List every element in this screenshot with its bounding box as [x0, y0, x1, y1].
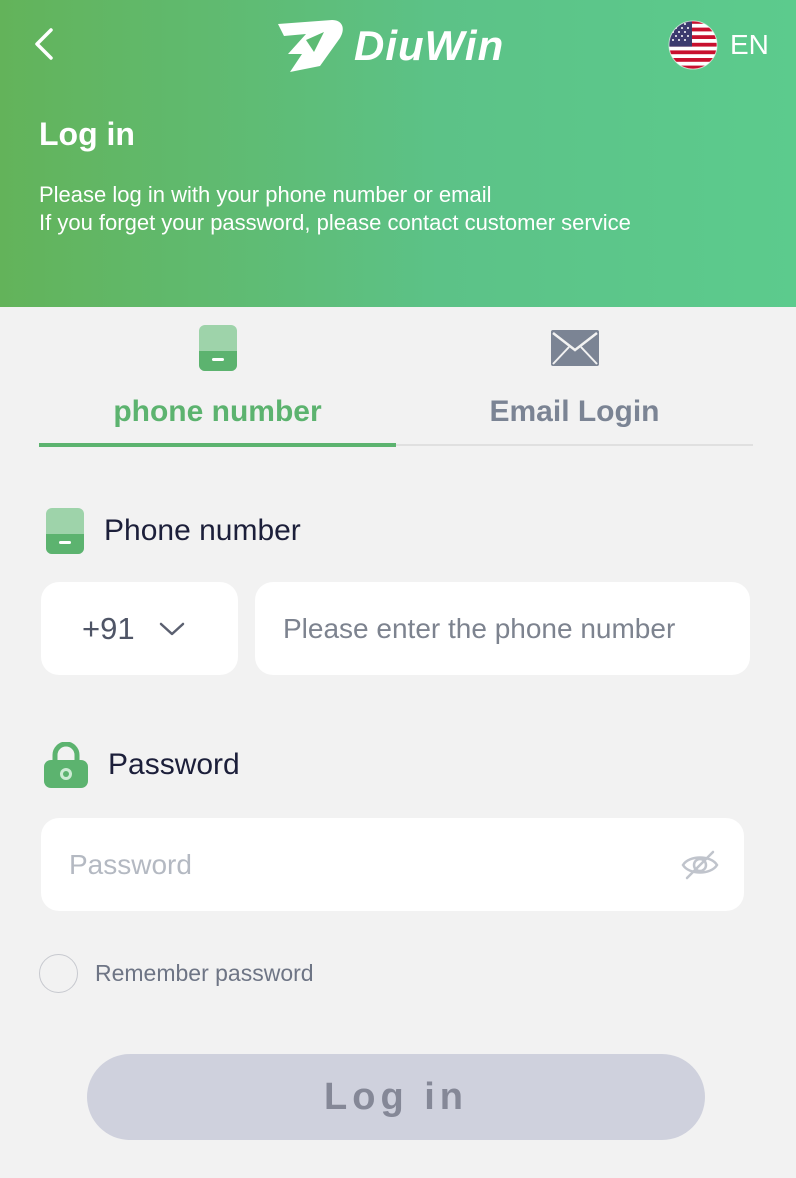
- phone-icon: [198, 325, 237, 371]
- active-tab-indicator: [39, 443, 396, 447]
- header: DiuWin EN Log in Please log in with your…: [0, 0, 796, 307]
- lock-icon: [44, 742, 88, 788]
- subtitle-line-2: If you forget your password, please cont…: [39, 210, 631, 235]
- chevron-down-icon: [159, 622, 184, 635]
- eye-off-icon: [681, 850, 719, 880]
- password-input[interactable]: [69, 818, 669, 911]
- language-selector[interactable]: EN: [668, 20, 769, 70]
- phone-number-label-text: Phone number: [104, 514, 301, 547]
- language-label: EN: [730, 29, 769, 60]
- phone-number-field: [255, 582, 750, 675]
- subtitle-line-1: Please log in with your phone number or …: [39, 182, 492, 207]
- password-field: [41, 818, 744, 911]
- login-button-label: Log in: [324, 1075, 468, 1118]
- country-code-select[interactable]: +91: [41, 582, 238, 675]
- brand-logo: DiuWin: [276, 18, 504, 74]
- back-button[interactable]: [24, 24, 64, 64]
- country-code-value: +91: [82, 610, 135, 646]
- phone-number-input[interactable]: [283, 582, 733, 675]
- tab-phone-number-label: phone number: [113, 395, 322, 428]
- remember-password-radio[interactable]: [39, 954, 78, 993]
- us-flag-icon: [668, 20, 718, 70]
- login-button[interactable]: Log in: [87, 1054, 705, 1140]
- logo-mark-icon: [278, 20, 343, 72]
- chevron-left-icon: [35, 28, 53, 60]
- toggle-password-visibility[interactable]: [680, 845, 720, 885]
- phone-number-label: Phone number: [46, 508, 301, 554]
- envelope-icon: [550, 330, 599, 366]
- page-title: Log in: [39, 116, 135, 152]
- remember-password-option[interactable]: Remember password: [39, 954, 314, 993]
- brand-name: DiuWin: [354, 22, 505, 69]
- login-tabs: phone number Email Login: [39, 307, 753, 447]
- page-subtitle: Please log in with your phone number or …: [39, 181, 631, 237]
- tab-email-login[interactable]: Email Login: [396, 307, 753, 445]
- password-label: Password: [44, 742, 240, 788]
- password-label-text: Password: [108, 748, 240, 781]
- tab-email-login-label: Email Login: [489, 395, 660, 428]
- tab-phone-number[interactable]: phone number: [39, 307, 396, 445]
- remember-password-label: Remember password: [95, 960, 314, 986]
- phone-icon: [46, 508, 84, 554]
